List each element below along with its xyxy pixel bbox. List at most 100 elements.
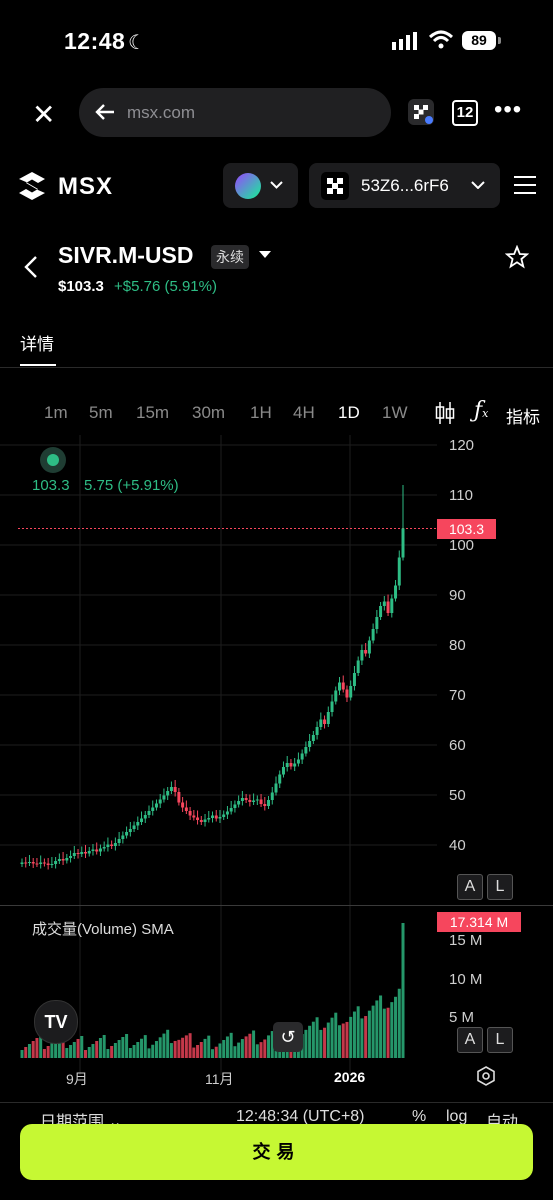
candle-body (50, 864, 54, 865)
volume-bar (211, 1049, 214, 1058)
hamburger-menu-icon[interactable] (514, 175, 536, 195)
volume-auto-scale-button[interactable]: A (457, 1027, 483, 1053)
volume-bar (379, 995, 383, 1058)
indicators-button[interactable]: 指标 (506, 403, 553, 428)
candle-body (356, 660, 360, 673)
candle-body (166, 791, 170, 796)
timeframe-1m[interactable]: 1m (44, 403, 68, 423)
volume-bar (367, 1010, 371, 1058)
back-arrow-icon[interactable] (95, 103, 115, 121)
candle-body (222, 814, 226, 817)
timeframe-1d[interactable]: 1D (338, 403, 360, 423)
candle-body (367, 640, 371, 654)
candle-body (397, 557, 401, 586)
msx-logo-icon (19, 172, 45, 200)
divider (0, 367, 553, 368)
candle-body (345, 689, 349, 698)
volume-current-tag: 17.314 M (437, 912, 521, 932)
volume-bar (214, 1046, 218, 1058)
candle-body (106, 844, 110, 847)
series-dot-icon[interactable] (40, 447, 66, 473)
reset-chart-icon[interactable]: ↺ (273, 1022, 303, 1052)
candle-body (259, 799, 263, 804)
candle-body (196, 817, 200, 820)
candle-body (147, 811, 151, 815)
candle-body (382, 601, 386, 606)
cellular-signal-icon (392, 32, 417, 50)
function-icon[interactable]: ƒx (474, 398, 488, 423)
candle-body (27, 862, 31, 863)
volume-bar (199, 1042, 203, 1058)
candle-body (225, 811, 229, 815)
more-options-icon[interactable]: ••• (494, 96, 522, 124)
candle-body (334, 690, 338, 702)
candle-body (184, 807, 188, 811)
price-change: +$5.76 (5.91%) (114, 278, 217, 295)
candle-body (54, 861, 58, 864)
candle-body (61, 859, 65, 861)
timeframe-4h[interactable]: 4H (293, 403, 315, 423)
candle-body (162, 795, 166, 800)
timeframe-1h[interactable]: 1H (250, 403, 272, 423)
wallet-icon (321, 172, 349, 200)
star-icon[interactable] (505, 245, 529, 269)
volume-bar (259, 1042, 263, 1058)
tab-details[interactable]: 详情 (20, 330, 54, 355)
candle-body (169, 787, 173, 791)
volume-bar (72, 1042, 76, 1058)
timeframe-5m[interactable]: 5m (89, 403, 113, 423)
candle-body (281, 767, 285, 775)
timeframe-30m[interactable]: 30m (192, 403, 225, 423)
volume-bar (207, 1035, 211, 1058)
candle-body (360, 650, 364, 661)
volume-bar (390, 1002, 394, 1058)
moon-icon: ☾ (128, 32, 146, 54)
candle-body (140, 818, 144, 822)
log-scale-button[interactable]: L (487, 874, 513, 900)
time-axis-label: 2026 (334, 1069, 366, 1085)
candle-body (267, 800, 271, 806)
close-icon[interactable]: ✕ (32, 98, 55, 131)
volume-bar (65, 1048, 69, 1058)
candle-body (248, 800, 252, 802)
price-axis-label: 120 (449, 437, 475, 454)
back-chevron-icon[interactable] (24, 256, 38, 278)
volume-log-scale-button[interactable]: L (487, 1027, 513, 1053)
candle-body (352, 673, 356, 686)
trade-button[interactable]: 交易 (20, 1124, 533, 1180)
candle-type-icon[interactable] (434, 400, 456, 426)
tradingview-logo-icon[interactable]: TV (34, 1000, 78, 1044)
candle-body (20, 862, 24, 864)
battery-nub (498, 37, 501, 44)
auto-scale-button[interactable]: A (457, 874, 483, 900)
price-axis-label: 90 (449, 587, 466, 604)
candle-body (57, 859, 61, 861)
wallet-extension-icon[interactable] (408, 99, 434, 125)
candle-body (304, 747, 308, 754)
instrument-symbol[interactable]: SIVR.M-USD (58, 242, 193, 269)
volume-bar (401, 923, 405, 1058)
volume-bar (308, 1025, 312, 1058)
candle-body (341, 682, 345, 690)
candle-body (315, 727, 319, 735)
candle-body (39, 862, 43, 864)
chart-settings-icon[interactable] (476, 1066, 496, 1086)
volume-bar (364, 1016, 368, 1058)
wallet-address-selector[interactable]: 53Z6...6rF6 (309, 163, 500, 208)
volume-bar (225, 1036, 229, 1058)
timeframe-15m[interactable]: 15m (136, 403, 169, 423)
volume-bar (244, 1036, 248, 1058)
volume-bar (360, 1018, 364, 1058)
tabs-count-button[interactable]: 12 (452, 100, 478, 126)
network-selector[interactable] (223, 163, 298, 208)
last-price: $103.3 (58, 278, 104, 295)
overlay-price: 103.3 (32, 477, 70, 494)
candle-body (263, 804, 267, 806)
timeframe-1w[interactable]: 1W (382, 403, 408, 423)
candle-body (136, 822, 140, 826)
caret-down-icon[interactable] (259, 251, 271, 259)
address-bar[interactable]: msx.com (79, 88, 391, 137)
candle-body (143, 815, 147, 819)
candle-body (255, 799, 259, 801)
url-text[interactable]: msx.com (127, 103, 195, 123)
